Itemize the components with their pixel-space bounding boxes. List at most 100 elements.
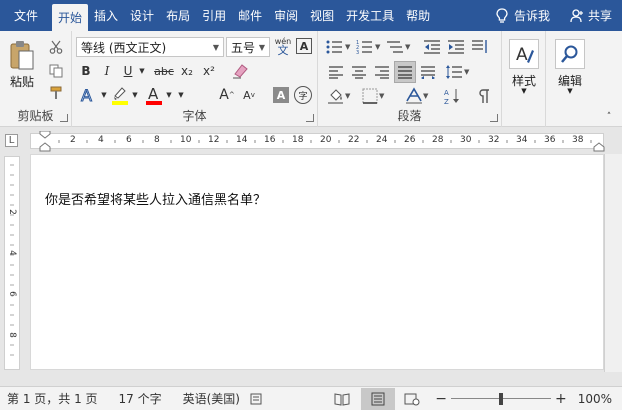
- tab-help[interactable]: 帮助: [400, 0, 436, 31]
- document-page[interactable]: 你是否希望将某些人拉入通信黑名单？: [30, 154, 604, 370]
- svg-text:A: A: [444, 89, 449, 97]
- bold-button[interactable]: B: [78, 62, 94, 80]
- horizontal-ruler[interactable]: 2 4 6 8 10 12 14 16 18 20 22 24 26 28 30 32 34 36 38: [30, 131, 605, 152]
- tab-view[interactable]: 视图: [304, 0, 340, 31]
- right-indent-marker[interactable]: [593, 142, 605, 152]
- tab-developer[interactable]: 开发工具: [340, 0, 400, 31]
- align-right-button[interactable]: [372, 63, 392, 81]
- underline-button[interactable]: U: [120, 62, 136, 80]
- first-line-indent-marker[interactable]: [39, 131, 51, 139]
- font-name-combo[interactable]: 等线 (西文正文) ▼: [76, 37, 224, 57]
- shrink-font-button[interactable]: Av: [240, 85, 258, 105]
- tab-home[interactable]: 开始: [52, 4, 89, 31]
- phonetic-guide-button[interactable]: wén 文: [274, 35, 292, 57]
- editing-group: 编辑 ▼: [546, 31, 594, 127]
- font-launcher[interactable]: [306, 114, 314, 122]
- clipboard-launcher[interactable]: [60, 114, 68, 122]
- eraser-icon: [233, 64, 248, 79]
- page-count[interactable]: 第 1 页，共 1 页: [0, 390, 105, 407]
- clear-format-button[interactable]: [230, 61, 250, 81]
- chevron-down-icon[interactable]: ▼: [137, 62, 147, 80]
- borders-button[interactable]: ▼: [360, 86, 388, 106]
- collapse-ribbon-icon[interactable]: ˄: [602, 111, 616, 123]
- ruler-number: 10: [180, 135, 192, 145]
- ruler-number: 28: [432, 135, 444, 145]
- styles-group: A 样式 ▼: [502, 31, 546, 127]
- zoom-thumb[interactable]: [498, 392, 503, 405]
- language-indicator[interactable]: 英语(美国): [169, 390, 247, 407]
- paragraph-launcher[interactable]: [490, 114, 498, 122]
- asian-layout-button[interactable]: [470, 38, 490, 56]
- show-marks-button[interactable]: [474, 86, 494, 106]
- tab-file[interactable]: 文件: [0, 0, 52, 31]
- numbering-button[interactable]: 1 2 3 ▼: [356, 38, 382, 56]
- distributed-button[interactable]: [418, 63, 438, 81]
- paste-button[interactable]: [6, 37, 38, 73]
- tab-design[interactable]: 设计: [124, 0, 160, 31]
- tab-review[interactable]: 审阅: [268, 0, 304, 31]
- superscript-button[interactable]: x²: [200, 62, 218, 80]
- cut-button[interactable]: [48, 39, 64, 55]
- macro-record-icon[interactable]: [249, 392, 263, 406]
- subscript-button[interactable]: x₂: [178, 62, 196, 80]
- zoom-in-button[interactable]: +: [551, 391, 571, 407]
- copy-icon: [49, 64, 63, 78]
- shading-button[interactable]: ▼: [326, 86, 354, 106]
- highlight-button[interactable]: [110, 84, 130, 106]
- styles-gallery-button[interactable]: A: [509, 39, 539, 69]
- tab-references[interactable]: 引用: [196, 0, 232, 31]
- chevron-down-icon[interactable]: ▼: [502, 87, 546, 95]
- chevron-down-icon[interactable]: ▼: [176, 85, 186, 105]
- italic-button[interactable]: I: [99, 62, 115, 80]
- strikethrough-button[interactable]: abc: [152, 62, 176, 80]
- chinese-layout-button[interactable]: ▼: [404, 86, 432, 106]
- line-spacing-button[interactable]: ▼: [444, 63, 472, 81]
- tab-insert[interactable]: 插入: [88, 0, 124, 31]
- chevron-down-icon[interactable]: ▼: [546, 87, 594, 95]
- zoom-out-button[interactable]: −: [431, 391, 451, 407]
- font-size-combo[interactable]: 五号 ▼: [226, 37, 270, 57]
- chevron-down-icon[interactable]: ▼: [130, 85, 140, 105]
- vertical-scrollbar[interactable]: [604, 154, 622, 372]
- find-button[interactable]: [555, 39, 585, 69]
- text-effects-icon: A: [81, 86, 93, 104]
- share-button[interactable]: 共享: [560, 0, 622, 31]
- align-center-button[interactable]: [349, 63, 369, 81]
- chevron-down-icon[interactable]: ▼: [164, 85, 174, 105]
- char-border-button[interactable]: A: [296, 38, 312, 54]
- font-color-button[interactable]: A: [144, 84, 164, 106]
- bullets-button[interactable]: ▼: [326, 38, 352, 56]
- word-count[interactable]: 17 个字: [105, 390, 169, 407]
- tab-layout[interactable]: 布局: [160, 0, 196, 31]
- sort-button[interactable]: AZ: [442, 86, 462, 106]
- vertical-ruler[interactable]: 2468: [4, 156, 20, 370]
- align-left-button[interactable]: [326, 63, 346, 81]
- lightbulb-icon: [496, 7, 508, 23]
- multilevel-list-button[interactable]: ▼: [386, 38, 412, 56]
- multilevel-list-icon: ▼: [387, 41, 411, 53]
- tab-selector[interactable]: L: [0, 127, 28, 154]
- text-effects-button[interactable]: A: [78, 85, 98, 105]
- numbered-list-icon: 1 2 3 ▼: [356, 40, 381, 55]
- read-mode-icon[interactable]: [333, 392, 351, 406]
- tell-me-box[interactable]: 告诉我: [486, 0, 560, 31]
- char-shading-button[interactable]: A: [273, 87, 289, 103]
- scissors-icon: [49, 40, 63, 54]
- shrink-font-glyph: A: [243, 88, 251, 102]
- copy-button[interactable]: [48, 63, 64, 79]
- hanging-indent-marker[interactable]: [39, 142, 51, 152]
- chevron-down-icon[interactable]: ▼: [99, 85, 109, 105]
- justify-button[interactable]: [394, 61, 416, 83]
- tab-mailings[interactable]: 邮件: [232, 0, 268, 31]
- enclose-char-button[interactable]: 字: [294, 86, 312, 104]
- grow-font-button[interactable]: A ^: [218, 85, 236, 105]
- decrease-indent-button[interactable]: [422, 38, 442, 56]
- increase-indent-button[interactable]: [446, 38, 466, 56]
- print-layout-button[interactable]: [361, 387, 396, 410]
- document-paragraph[interactable]: 你是否希望将某些人拉入通信黑名单？: [45, 189, 266, 208]
- zoom-level[interactable]: 100%: [571, 392, 622, 406]
- ruler-number: 32: [488, 135, 500, 145]
- web-layout-icon[interactable]: [403, 392, 421, 406]
- format-painter-button[interactable]: [48, 85, 64, 101]
- zoom-slider[interactable]: [450, 392, 551, 406]
